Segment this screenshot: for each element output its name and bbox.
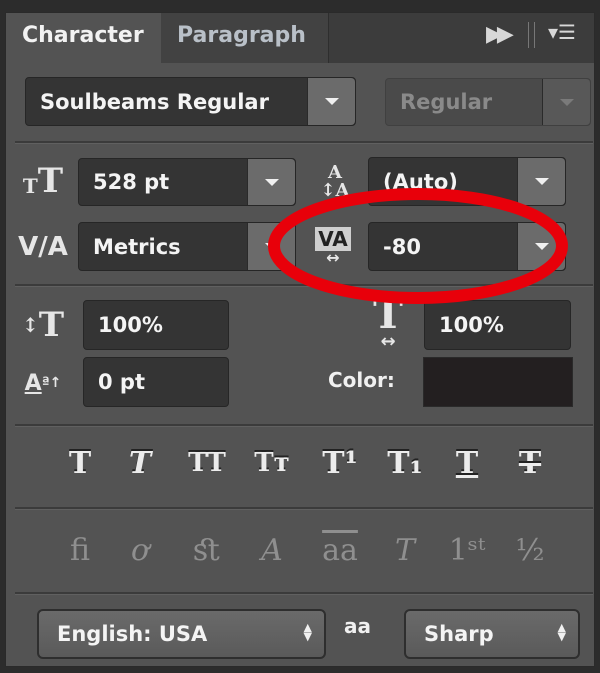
underline-button[interactable]: T — [442, 438, 492, 488]
vertical-scale-icon: ↕ T — [21, 305, 65, 345]
discretionary-ligatures-button[interactable]: ﬆ — [179, 525, 235, 575]
contextual-alternates-button[interactable]: ơ — [112, 525, 168, 575]
subscript-button[interactable]: T₁ — [380, 438, 430, 488]
leading-input[interactable]: (Auto) — [368, 157, 566, 206]
chevron-down-icon — [542, 79, 590, 125]
leading-value: (Auto) — [383, 169, 458, 194]
antialias-select[interactable]: Sharp ▲ ▼ — [404, 609, 580, 659]
font-size-value: 528 pt — [93, 170, 170, 194]
color-swatch[interactable] — [423, 357, 573, 407]
strikethrough-button[interactable]: T — [505, 438, 555, 488]
kerning-dropdown[interactable]: Metrics — [78, 222, 296, 271]
standard-ligatures-button[interactable]: ﬁ — [52, 525, 108, 575]
faux-italic-button[interactable]: T — [115, 438, 165, 488]
panel-menu-icon[interactable]: ▾☰ — [548, 20, 576, 44]
divider — [15, 592, 593, 595]
superscript-button[interactable]: T¹ — [315, 438, 365, 488]
horizontal-scale-icon: T ↔ — [373, 291, 403, 352]
divider — [15, 507, 593, 510]
kerning-value: Metrics — [93, 234, 181, 259]
language-select[interactable]: English: USA ▲ ▼ — [37, 609, 326, 659]
tracking-icon: VA ↔ — [306, 220, 360, 272]
swash-button[interactable]: A — [244, 525, 300, 575]
stylistic-alternates-button[interactable]: aa — [312, 525, 368, 575]
leading-icon: A ↕A — [320, 162, 350, 201]
baseline-shift-icon: Aª↑ — [24, 370, 62, 396]
small-caps-button[interactable]: Tт — [247, 438, 297, 488]
language-value: English: USA — [57, 622, 208, 646]
all-caps-button[interactable]: TT — [182, 438, 232, 488]
faux-bold-button[interactable]: T — [55, 438, 105, 488]
chevron-down-icon[interactable] — [247, 159, 295, 205]
font-size-icon: TT — [22, 161, 64, 201]
tab-character[interactable]: Character — [6, 13, 161, 63]
tracking-input[interactable]: -80 — [368, 222, 566, 271]
divider — [15, 284, 593, 287]
titling-alternates-button[interactable]: T — [377, 525, 433, 575]
collapse-double-arrow-icon[interactable]: ▶▶ — [486, 22, 514, 47]
tracking-value: -80 — [383, 234, 421, 259]
up-down-arrows-icon: ▲ ▼ — [557, 621, 566, 643]
divider — [15, 424, 593, 427]
baseline-shift-value: 0 pt — [98, 370, 145, 394]
antialias-value: Sharp — [424, 622, 494, 646]
tab-paragraph[interactable]: Paragraph — [161, 13, 329, 63]
font-style-value: Regular — [400, 90, 493, 114]
font-style-dropdown: Regular — [385, 78, 591, 126]
chevron-down-icon[interactable] — [517, 223, 565, 270]
chevron-down-icon[interactable] — [247, 223, 295, 270]
horizontal-scale-input[interactable]: 100% — [424, 300, 571, 350]
ordinals-button[interactable]: 1ˢᵗ — [439, 525, 495, 575]
vertical-scale-input[interactable]: 100% — [83, 300, 229, 350]
font-family-value: Soulbeams Regular — [40, 89, 269, 114]
font-family-dropdown[interactable]: Soulbeams Regular — [25, 77, 356, 126]
baseline-shift-input[interactable]: 0 pt — [83, 357, 229, 407]
fractions-button[interactable]: ½ — [502, 525, 558, 575]
panel-grip[interactable] — [528, 22, 535, 48]
kerning-icon: V/A — [18, 232, 68, 262]
font-size-input[interactable]: 528 pt — [78, 158, 296, 206]
chevron-down-icon[interactable] — [517, 158, 565, 205]
up-down-arrows-icon: ▲ ▼ — [303, 621, 312, 643]
divider — [15, 141, 593, 144]
antialias-icon: aa — [344, 614, 371, 638]
chevron-down-icon[interactable] — [307, 78, 355, 125]
vertical-scale-value: 100% — [98, 313, 163, 337]
horizontal-scale-value: 100% — [439, 313, 504, 337]
color-label: Color: — [328, 368, 395, 392]
